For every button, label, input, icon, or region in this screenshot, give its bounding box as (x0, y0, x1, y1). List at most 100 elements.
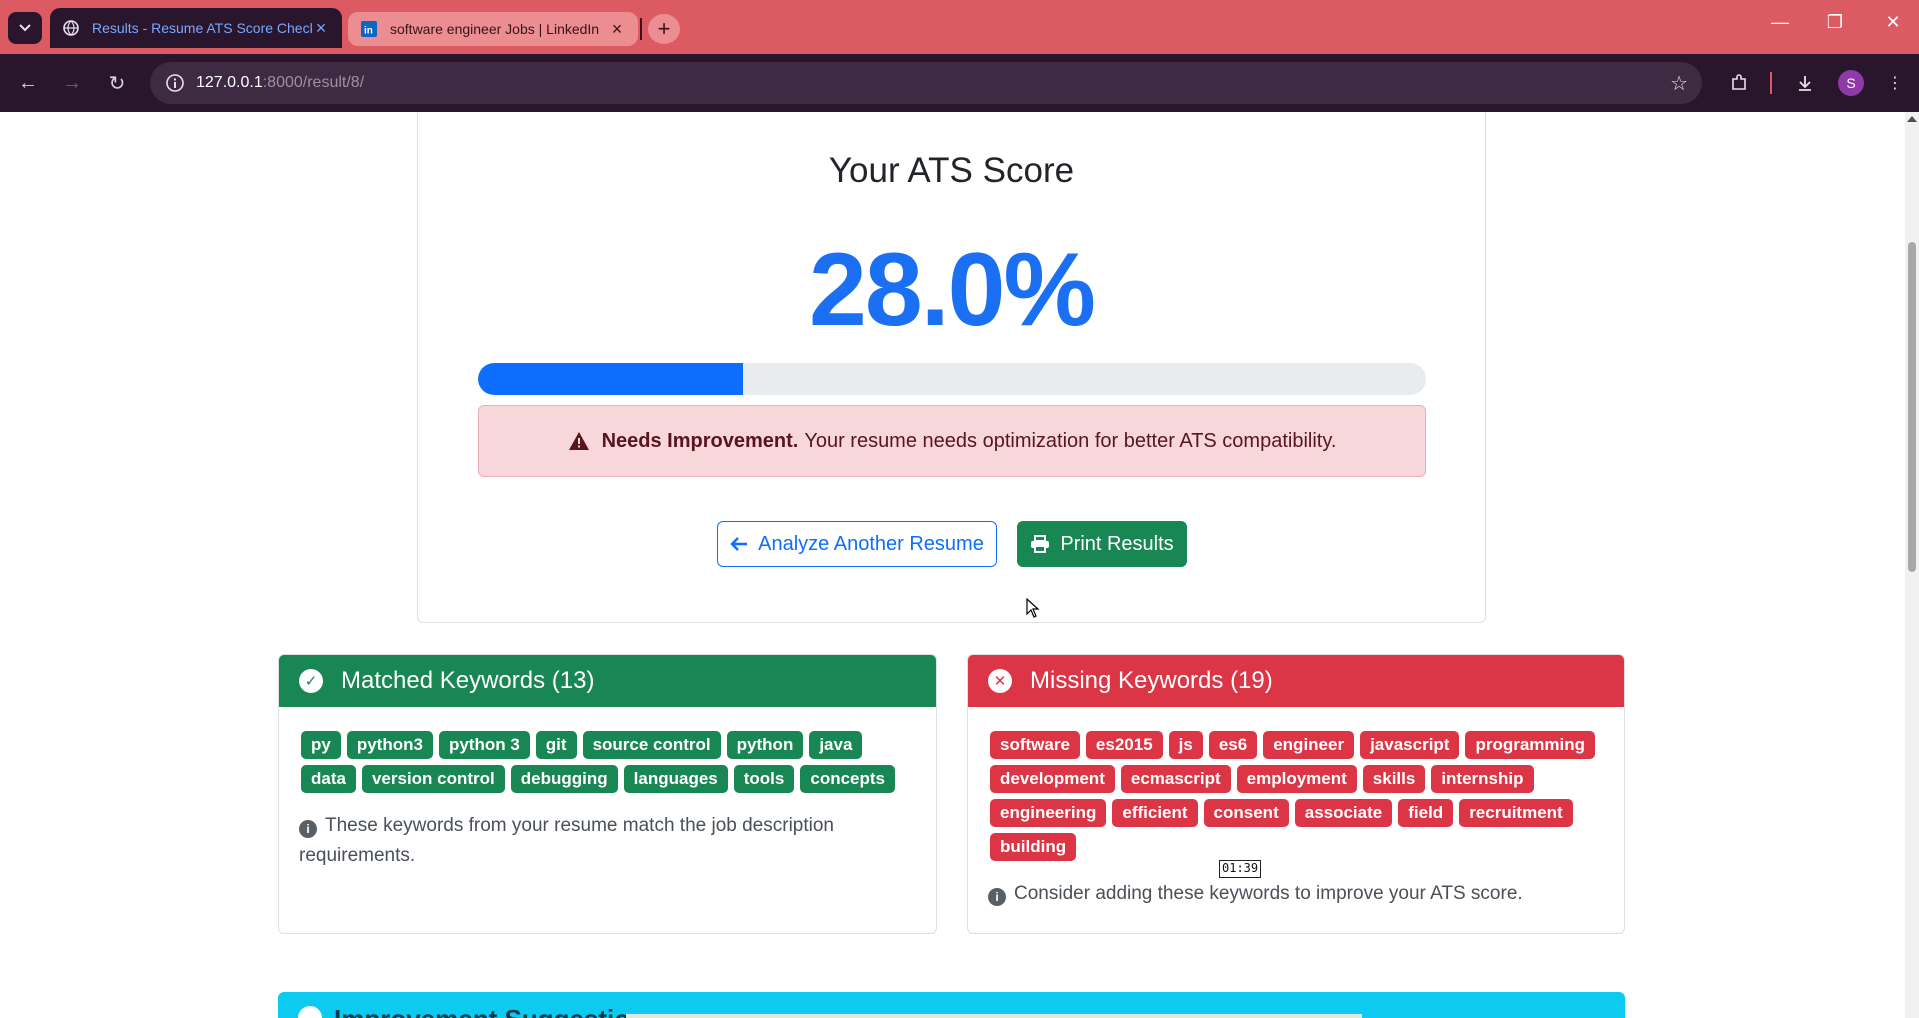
missing-keyword-badge: employment (1236, 765, 1357, 793)
tab-title: software engineer Jobs | LinkedIn (390, 21, 600, 37)
url-text: 127.0.0.1:8000/result/8/ (196, 74, 365, 91)
missing-keyword-badge: development (990, 765, 1115, 793)
recording-progress-track (626, 1014, 1362, 1018)
x-circle-icon: ✕ (988, 669, 1012, 693)
score-progress-fill (478, 363, 744, 395)
missing-keyword-badge: ecmascript (1120, 765, 1231, 793)
matched-keywords-header: ✓ Matched Keywords (13) (279, 655, 936, 707)
matched-keyword-badge: version control (361, 765, 505, 793)
arrow-left-icon (730, 536, 748, 552)
missing-keyword-badge: software (990, 731, 1080, 759)
globe-icon (62, 19, 80, 37)
tab-title: Results - Resume ATS Score Checker (92, 20, 312, 36)
missing-keywords-header: ✕ Missing Keywords (19) (968, 655, 1624, 707)
bookmark-star-icon[interactable]: ☆ (1670, 71, 1688, 96)
info-icon: i (299, 820, 317, 838)
forward-icon[interactable]: → (57, 68, 87, 98)
site-info-icon[interactable] (164, 72, 186, 94)
score-value: 28.0% (809, 232, 1096, 348)
alert-strong: Needs Improvement. (601, 429, 799, 452)
missing-keyword-badge: field (1398, 799, 1454, 827)
restore-icon[interactable]: ❐ (1820, 12, 1850, 33)
missing-keyword-badge: internship (1431, 765, 1534, 793)
matched-keyword-badge: debugging (510, 765, 618, 793)
score-card: Your ATS Score 28.0% Needs Improvement. … (417, 112, 1486, 623)
missing-note: i Consider adding these keywords to impro… (968, 861, 1624, 909)
new-tab-button[interactable]: + (648, 14, 680, 44)
back-icon[interactable]: ← (13, 68, 43, 98)
close-tab-icon[interactable]: × (312, 18, 330, 39)
minimize-icon[interactable]: — (1765, 12, 1795, 33)
missing-keyword-list: software es2015 js es6 engineer javascript pro… (968, 707, 1624, 861)
tab-linkedin[interactable]: in software engineer Jobs | LinkedIn × (348, 12, 638, 46)
close-tab-icon[interactable]: × (608, 19, 626, 40)
matched-keyword-badge: languages (623, 765, 728, 793)
missing-keyword-badge: associate (1294, 799, 1393, 827)
browser-toolbar: ← → ↻ 127.0.0.1:8000/result/8/ ☆ S ⋮ (0, 54, 1919, 112)
matched-keyword-badge: python (726, 731, 804, 759)
missing-keyword-badge: engineer (1263, 731, 1355, 759)
matched-keyword-badge: java (809, 731, 863, 759)
matched-keyword-badge: data (301, 765, 356, 793)
tab-search-button[interactable] (8, 12, 42, 44)
missing-keyword-badge: skills (1362, 765, 1426, 793)
extensions-icon[interactable] (1724, 68, 1754, 98)
missing-keyword-badge: engineering (990, 799, 1107, 827)
matched-keyword-badge: git (535, 731, 577, 759)
check-circle-icon: ✓ (299, 669, 323, 693)
missing-keyword-badge: efficient (1112, 799, 1198, 827)
page-scrollbar[interactable] (1905, 112, 1919, 1018)
toolbar-divider (1770, 72, 1772, 94)
mouse-cursor-icon (1026, 598, 1040, 618)
needs-improvement-alert: Needs Improvement. Your resume needs opt… (478, 405, 1426, 477)
missing-keyword-badge: javascript (1360, 731, 1460, 759)
missing-keyword-badge: programming (1465, 731, 1596, 759)
page-viewport: Your ATS Score 28.0% Needs Improvement. … (0, 112, 1905, 1018)
tab-divider (640, 18, 642, 40)
matched-keyword-list: py python3 python 3 git source control python… (279, 707, 936, 793)
matched-keyword-badge: tools (733, 765, 795, 793)
warning-icon (568, 431, 590, 451)
matched-keywords-card: ✓ Matched Keywords (13) py python3 python … (278, 654, 937, 934)
missing-keyword-badge: consent (1203, 799, 1289, 827)
printer-icon (1030, 535, 1050, 553)
tab-results[interactable]: Results - Resume ATS Score Checker × (50, 8, 342, 48)
scrollbar-thumb[interactable] (1908, 242, 1916, 572)
analyze-another-button[interactable]: Analyze Another Resume (717, 521, 997, 567)
print-results-label: Print Results (1060, 532, 1174, 555)
missing-keyword-badge: es2015 (1085, 731, 1163, 759)
missing-keyword-badge: recruitment (1459, 799, 1573, 827)
scroll-up-icon[interactable] (1907, 116, 1917, 122)
download-icon[interactable] (1790, 68, 1820, 98)
close-window-icon[interactable]: ✕ (1878, 12, 1908, 33)
matched-keyword-badge: py (301, 731, 341, 759)
score-heading: Your ATS Score (828, 151, 1075, 190)
missing-keyword-badge: js (1168, 731, 1203, 759)
matched-keyword-badge: python 3 (438, 731, 530, 759)
browser-tab-bar: Results - Resume ATS Score Checker × in … (0, 0, 1919, 54)
print-results-button[interactable]: Print Results (1017, 521, 1187, 567)
address-bar[interactable]: 127.0.0.1:8000/result/8/ ☆ (150, 62, 1702, 104)
alert-text: Your resume needs optimization for bette… (804, 429, 1337, 452)
reload-icon[interactable]: ↻ (102, 68, 132, 98)
matched-keyword-badge: python3 (346, 731, 433, 759)
missing-keywords-card: ✕ Missing Keywords (19) software es2015 js… (967, 654, 1625, 934)
linkedin-icon: in (360, 20, 378, 38)
improvement-suggestions-title: Improvement Suggestions (334, 1004, 661, 1018)
matched-keywords-title: Matched Keywords (13) (341, 667, 595, 694)
info-icon: i (988, 888, 1006, 906)
lightbulb-icon (298, 1006, 322, 1018)
analyze-another-label: Analyze Another Resume (758, 532, 984, 555)
profile-avatar[interactable]: S (1838, 70, 1864, 96)
menu-kebab-icon[interactable]: ⋮ (1880, 68, 1910, 98)
missing-keyword-badge: building (990, 833, 1077, 861)
matched-keyword-badge: source control (582, 731, 721, 759)
matched-keyword-badge: concepts (800, 765, 895, 793)
recording-timer: 01:39 (1219, 860, 1262, 878)
missing-keywords-title: Missing Keywords (19) (1030, 667, 1273, 694)
svg-text:in: in (364, 26, 373, 37)
chevron-down-icon (19, 24, 31, 32)
score-progress-bar (478, 363, 1426, 395)
missing-keyword-badge: es6 (1208, 731, 1258, 759)
matched-note: i These keywords from your resume match t… (299, 815, 834, 866)
